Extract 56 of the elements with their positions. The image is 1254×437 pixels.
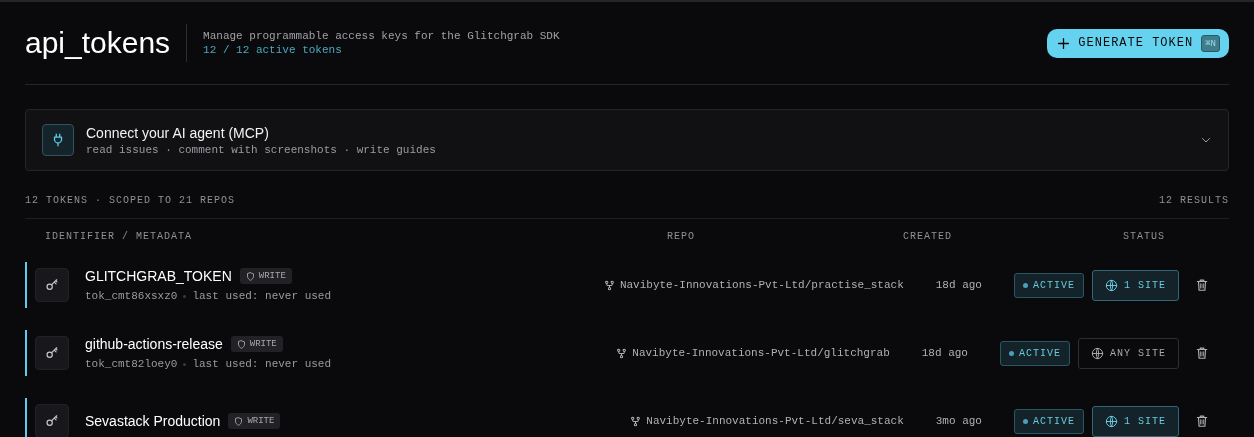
column-header: IDENTIFIER / METADATA <box>44 231 194 242</box>
site-scope-button[interactable]: 1 SITE <box>1092 269 1179 301</box>
column-header: REPO <box>667 231 696 242</box>
shortcut-badge: ⌘N <box>1201 34 1220 52</box>
active-token-count: 12 / 12 active tokens <box>203 43 343 57</box>
column-header: CREATED <box>903 231 953 242</box>
key-icon <box>45 278 59 292</box>
site-scope-button[interactable]: ANY SITE <box>1078 337 1179 369</box>
globe-icon <box>1105 414 1118 428</box>
created-date: 18d ago <box>935 279 982 291</box>
last-used-text: last used: never used <box>192 290 332 302</box>
created-date: 3mo ago <box>935 415 982 427</box>
globe-icon <box>1105 278 1118 292</box>
fork-icon <box>616 347 628 359</box>
token-name: GLITCHGRAB_TOKEN <box>85 268 232 284</box>
status-badge: ACTIVE <box>1013 408 1084 434</box>
repo-link[interactable]: Navibyte-Innovations-Pvt-Ltd/seva_stack <box>630 415 904 427</box>
token-name: Sevastack Production <box>85 413 221 429</box>
token-id: tok_cmt82loey0 <box>85 358 178 370</box>
token-id: tok_cmt86xsxz0 <box>85 290 178 302</box>
column-header: STATUS <box>1123 231 1166 242</box>
token-name: github-actions-release <box>85 336 223 352</box>
plus-icon <box>1057 36 1071 50</box>
generate-token-button[interactable]: GENERATE TOKEN ⌘N <box>1047 28 1229 58</box>
scope-badge: WRITE <box>228 413 281 429</box>
page-description: Manage programmable access keys for the Glitchgrab SDK <box>203 29 561 43</box>
scope-badge: WRITE <box>230 336 283 352</box>
token-row[interactable]: GLITCHGRAB_TOKEN WRITE tok_cmt86xsxz0 last used: never used Navibyte-Innovations-Pvt-Ltd/practise_stack 18d ago ACTIVE 1 SITE <box>25 262 1229 308</box>
results-count: 12 RESULTS <box>1159 195 1229 206</box>
repo-link[interactable]: Navibyte-Innovations-Pvt-Ltd/practise_stack <box>603 279 904 291</box>
mcp-panel[interactable]: Connect your AI agent (MCP) read issues · comment with screenshots · write guides <box>25 109 1229 171</box>
status-badge: ACTIVE <box>1013 272 1084 298</box>
trash-icon[interactable] <box>1195 278 1209 292</box>
token-row[interactable]: Sevastack Production WRITE Navibyte-Innovations-Pvt-Ltd/seva_stack 3mo ago ACTIVE 1 SITE <box>25 398 1229 437</box>
page-title: api_tokens <box>25 24 188 62</box>
shield-icon <box>236 339 246 349</box>
globe-icon <box>1091 346 1104 360</box>
repo-link[interactable]: Navibyte-Innovations-Pvt-Ltd/glitchgrab <box>616 347 890 359</box>
site-scope-button[interactable]: 1 SITE <box>1092 405 1179 437</box>
key-icon <box>45 414 59 428</box>
key-icon <box>45 346 59 360</box>
trash-icon[interactable] <box>1195 414 1209 428</box>
panel-subtitle: read issues · comment with screenshots · write guides <box>86 143 437 156</box>
created-date: 18d ago <box>921 347 968 359</box>
token-row[interactable]: github-actions-release WRITE tok_cmt82loey0 last used: never used Navibyte-Innovations-Pvt-Ltd/glitchgrab 18d ago ACTIVE ANY SITE <box>25 330 1229 376</box>
status-badge: ACTIVE <box>999 340 1070 366</box>
plug-icon <box>51 133 65 147</box>
last-used-text: last used: never used <box>192 358 332 370</box>
shield-icon <box>234 416 244 426</box>
panel-title: Connect your AI agent (MCP) <box>86 124 270 141</box>
trash-icon[interactable] <box>1195 346 1209 360</box>
token-summary: 12 TOKENS · SCOPED TO 21 REPOS <box>25 195 236 206</box>
scope-badge: WRITE <box>239 268 292 284</box>
fork-icon <box>630 415 642 427</box>
fork-icon <box>603 279 615 291</box>
shield-icon <box>245 271 255 281</box>
